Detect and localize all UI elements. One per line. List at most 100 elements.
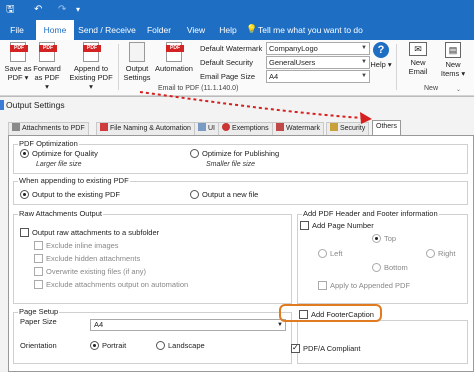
new-items-icon: ▤ (445, 42, 461, 58)
envelope-icon: ✉ (409, 42, 427, 56)
tab-others[interactable]: Others (372, 120, 402, 135)
save-as-pdf-button[interactable]: PDF Save as PDF ▾ (2, 42, 34, 82)
append-group: When appending to existing PDF Output to… (13, 176, 468, 205)
output-settings-dialog: Output Settings Attachments to PDF File … (0, 96, 474, 372)
undo-icon[interactable]: ↶ (34, 3, 42, 17)
pdf-icon: PDF (10, 42, 28, 62)
redo-icon[interactable]: ↷ (58, 3, 66, 17)
position-left-radio[interactable]: Left (318, 249, 343, 259)
new-email-label: New Email (408, 58, 428, 76)
default-security-select[interactable]: GeneralUsers ▼ (266, 56, 370, 69)
tab-file[interactable]: File (4, 20, 30, 40)
pdf-icon: PDF (166, 42, 184, 62)
pdf-icon: PDF (83, 42, 101, 62)
header-footer-group: Add PDF Header and Footer information Ad… (297, 209, 468, 304)
default-security-label: Default Security (200, 58, 253, 67)
append-to-existing-pdf-button[interactable]: PDF Append to Existing PDF ▾ (68, 42, 114, 91)
tab-security[interactable]: Security (326, 122, 370, 135)
attachment-icon (12, 123, 20, 131)
raw-attachments-title: Raw Attachments Output (18, 209, 103, 218)
help-button[interactable]: ? Help ▾ (368, 42, 394, 69)
lightbulb-icon: 💡 (246, 24, 258, 34)
tab-file-naming[interactable]: File Naming & Automation (96, 122, 195, 135)
settings-doc-icon (129, 42, 145, 62)
tab-send-receive[interactable]: Send / Receive (78, 20, 136, 40)
new-group-caption: New (424, 85, 439, 92)
append-label: Append to Existing PDF ▾ (69, 64, 113, 91)
add-page-number-checkbox[interactable]: Add Page Number (300, 221, 374, 231)
default-watermark-select[interactable]: CompanyLogo ▼ (266, 42, 370, 55)
footer-caption-box (297, 320, 468, 364)
tab-attachments-to-pdf[interactable]: Attachments to PDF (8, 122, 89, 135)
smaller-file-size-note: Smaller file size (206, 161, 256, 168)
tab-exemptions[interactable]: Exemptions (218, 122, 273, 135)
new-items-label: New Items ▾ (440, 60, 466, 78)
page-setup-group: Page Setup Paper Size A4 ▼ Orientation Po… (13, 307, 292, 364)
larger-file-size-note: Larger file size (36, 161, 82, 168)
save-icon[interactable]: 🖫 (6, 3, 15, 17)
apply-appended-checkbox[interactable]: Apply to Appended PDF (318, 281, 410, 291)
default-watermark-label: Default Watermark (200, 44, 263, 53)
tab-view[interactable]: View (182, 20, 210, 40)
new-items-button[interactable]: ▤ New Items ▾ (436, 42, 470, 78)
header-footer-title: Add PDF Header and Footer information (302, 209, 439, 218)
group-caption: Email to PDF (11.1.140.0) (158, 85, 239, 92)
ribbon-separator (118, 44, 119, 90)
exclude-hidden-checkbox[interactable]: Exclude hidden attachments (34, 254, 140, 264)
tab-watermark[interactable]: Watermark (272, 122, 324, 135)
append-title: When appending to existing PDF (18, 176, 130, 185)
help-question-icon: ? (373, 42, 389, 58)
others-panel: PDF Optimization Optimize for Quality La… (8, 135, 474, 372)
exemptions-icon (222, 123, 230, 131)
ribbon-tabs: File Home Send / Receive Folder View Hel… (0, 20, 474, 40)
save-as-pdf-label: Save as PDF ▾ (4, 64, 32, 82)
output-new-file-radio[interactable]: Output a new file (190, 190, 258, 200)
pdf-optimization-group: PDF Optimization Optimize for Quality La… (13, 139, 468, 174)
tab-help[interactable]: Help (214, 20, 242, 40)
pdf-optimization-title: PDF Optimization (18, 139, 79, 148)
tab-ui[interactable]: UI (194, 122, 219, 135)
output-existing-radio[interactable]: Output to the existing PDF (20, 190, 120, 200)
customize-qat-icon[interactable]: ▾ (76, 3, 80, 17)
new-email-button[interactable]: ✉ New Email (404, 42, 432, 76)
forward-as-pdf-button[interactable]: PDF Forward as PDF ▾ (32, 42, 62, 91)
help-label: Help ▾ (370, 60, 392, 69)
portrait-radio[interactable]: Portrait (90, 341, 126, 351)
collapse-ribbon-icon[interactable]: ⌄ (456, 86, 461, 93)
pdfa-compliant-checkbox[interactable]: PDF/A Compliant (291, 343, 361, 354)
forward-as-pdf-label: Forward as PDF ▾ (33, 64, 61, 91)
tab-folder[interactable]: Folder (142, 20, 176, 40)
dialog-title: Output Settings (6, 100, 65, 110)
optimize-publishing-radio[interactable]: Optimize for Publishing (190, 149, 279, 159)
exclude-automation-checkbox[interactable]: Exclude attachments output on automation (34, 280, 188, 290)
watermark-icon (276, 123, 284, 131)
email-page-size-label: Email Page Size (200, 72, 256, 81)
orientation-label: Orientation (20, 341, 57, 350)
automation-button[interactable]: PDF Automation (154, 42, 194, 73)
optimize-quality-radio[interactable]: Optimize for Quality (20, 149, 98, 159)
paper-size-select[interactable]: A4 ▼ (90, 319, 286, 331)
tab-home[interactable]: Home (36, 20, 74, 40)
email-page-size-select[interactable]: A4 ▼ (266, 70, 370, 83)
pdf-icon: PDF (39, 42, 57, 62)
ribbon-separator (396, 44, 397, 90)
exclude-inline-checkbox[interactable]: Exclude inline images (34, 241, 119, 251)
output-settings-label: Output Settings (123, 64, 151, 82)
page-setup-title: Page Setup (18, 307, 60, 316)
position-bottom-radio[interactable]: Bottom (372, 263, 408, 273)
landscape-radio[interactable]: Landscape (156, 341, 205, 351)
ui-icon (198, 123, 206, 131)
paper-size-label: Paper Size (20, 317, 57, 326)
output-settings-button[interactable]: Output Settings (120, 42, 154, 82)
dialog-icon (0, 100, 4, 110)
raw-attachments-group: Raw Attachments Output Output raw attach… (13, 209, 292, 304)
position-top-radio[interactable]: Top (372, 234, 396, 244)
automation-label: Automation (155, 64, 193, 73)
position-right-radio[interactable]: Right (426, 249, 456, 259)
overwrite-files-checkbox[interactable]: Overwrite existing files (if any) (34, 267, 146, 277)
ribbon: PDF Save as PDF ▾ PDF Forward as PDF ▾ P… (0, 40, 474, 96)
raw-subfolder-checkbox[interactable]: Output raw attachments to a subfolder (20, 228, 159, 238)
pdfa-highlight-ring (279, 304, 382, 322)
tell-me-search[interactable]: Tell me what you want to do (258, 20, 363, 40)
security-lock-icon (330, 123, 338, 131)
